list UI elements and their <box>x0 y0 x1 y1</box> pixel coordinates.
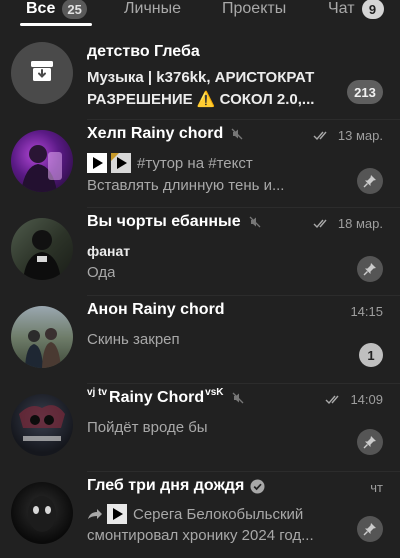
tab-all[interactable]: Все 25 <box>26 0 87 19</box>
video-thumbnail-icon <box>111 153 131 173</box>
chat-time-text: 14:09 <box>350 392 383 407</box>
tab-label: Чат <box>328 0 355 17</box>
avatar <box>11 394 73 456</box>
forward-icon <box>87 508 103 520</box>
avatar <box>11 306 73 368</box>
chat-preview-line-2: РАЗРЕШЕНИЕ ⚠️ СОКОЛ 2.0,... <box>87 91 315 108</box>
chat-time: 14:15 <box>350 304 383 319</box>
chat-title: Анон Rainy chord <box>87 301 225 318</box>
chat-title: детство Глеба <box>87 43 200 60</box>
avatar <box>11 130 73 192</box>
tab-label: Проекты <box>222 0 287 17</box>
tab-projects[interactable]: Проекты <box>222 0 286 18</box>
tab-chat[interactable]: Чат 9 <box>328 0 384 19</box>
chat-row-archive[interactable]: детство Глеба Музыка | k376kk, АРИСТОКРА… <box>0 32 400 120</box>
chat-title: Хелп Rainy chord <box>87 125 243 143</box>
muted-icon <box>232 392 244 404</box>
chat-row-help-rainy-chord[interactable]: Хелп Rainy chord 13 мар. #тутор на #текс… <box>0 120 400 208</box>
chat-title: vj tv Rainy Chord vsK <box>87 386 244 407</box>
archive-avatar <box>11 42 73 104</box>
chat-preview-line-2: смонтировал хронику 2024 год... <box>87 527 314 544</box>
title-suffix: vsK <box>205 386 224 398</box>
active-tab-indicator <box>20 23 92 26</box>
chat-preview: Скинь закреп <box>87 331 180 348</box>
chat-title: Глеб три дня дождя <box>87 477 265 495</box>
chat-preview-line-2: Вставлять длинную тень и... <box>87 177 285 194</box>
chat-title-text: Rainy Chord <box>109 389 205 406</box>
verified-icon <box>250 479 265 494</box>
video-thumbnail-icon <box>87 153 107 173</box>
chat-row-vy-chorty[interactable]: Вы чорты ебанные 18 мар. фанат Ода <box>0 208 400 296</box>
chat-time-text: 18 мар. <box>337 216 383 231</box>
chat-time-text: 14:15 <box>350 304 383 319</box>
tab-personal[interactable]: Личные <box>124 0 181 18</box>
chat-title-text: Глеб три дня дождя <box>87 477 245 494</box>
unread-count-badge: 213 <box>347 80 383 104</box>
folder-tabs: Все 25 Личные Проекты Чат 9 <box>0 0 400 30</box>
chat-time: чт <box>370 480 383 495</box>
read-checkmarks-icon <box>313 219 331 229</box>
tab-label: Личные <box>124 0 182 17</box>
chat-title: Вы чорты ебанные <box>87 213 261 231</box>
chat-time-text: 13 мар. <box>337 128 383 143</box>
pin-icon <box>357 256 383 282</box>
tab-unread-badge: 25 <box>62 0 87 19</box>
chat-preview-line-1: #тутор на #текст <box>87 153 253 173</box>
chat-preview: Пойдёт вроде бы <box>87 419 208 436</box>
chat-time: 13 мар. <box>313 128 383 143</box>
pin-icon <box>357 168 383 194</box>
chat-preview: Ода <box>87 264 116 281</box>
muted-icon <box>249 216 261 228</box>
message-sender: фанат <box>87 243 131 259</box>
avatar <box>11 482 73 544</box>
chat-time: 14:09 <box>325 392 383 407</box>
muted-icon <box>231 128 243 140</box>
tab-label: Все <box>26 0 56 17</box>
chat-preview-line-1: Серега Белокобыльский <box>87 504 303 524</box>
chat-title-text: Вы чорты ебанные <box>87 213 241 230</box>
preview-text: Серега Белокобыльский <box>133 505 304 523</box>
read-checkmarks-icon <box>325 395 343 405</box>
chat-row-anon-rainy-chord[interactable]: Анон Rainy chord 14:15 Скинь закреп 1 <box>0 296 400 384</box>
chat-row-gleb-tri-dnya[interactable]: Глеб три дня дождя чт Серега Белокобыльс… <box>0 472 400 558</box>
pin-icon <box>357 429 383 455</box>
pin-icon <box>357 516 383 542</box>
read-checkmarks-icon <box>313 131 331 141</box>
chat-title-text: Хелп Rainy chord <box>87 125 224 142</box>
chat-time-text: чт <box>370 480 383 495</box>
unread-count-badge: 1 <box>359 343 383 367</box>
tab-unread-badge: 9 <box>361 0 384 19</box>
preview-text: #тутор на #текст <box>137 154 253 172</box>
video-thumbnail-icon <box>107 504 127 524</box>
avatar <box>11 218 73 280</box>
title-prefix: vj tv <box>87 386 108 398</box>
chat-row-rainy-chord-vsk[interactable]: vj tv Rainy Chord vsK 14:09 Пойдёт вроде… <box>0 384 400 472</box>
chat-preview-line-1: Музыка | k376kk, АРИСТОКРАТ <box>87 69 315 86</box>
archive-icon <box>30 60 54 87</box>
chat-time: 18 мар. <box>313 216 383 231</box>
